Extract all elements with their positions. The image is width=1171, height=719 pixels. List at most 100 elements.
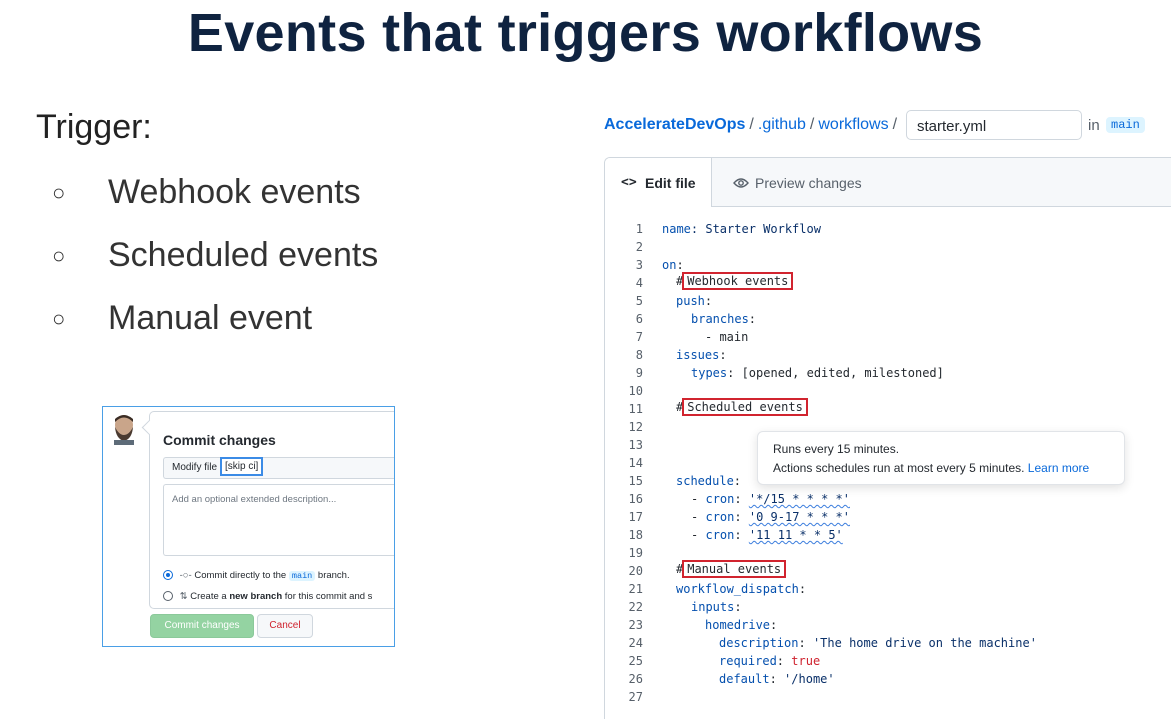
code-line: homedrive: (705, 618, 778, 632)
line-number: 22 (628, 600, 643, 614)
line-number: 27 (628, 690, 643, 704)
line-number: 11 (628, 402, 643, 416)
tab-preview-label: Preview changes (755, 175, 862, 191)
editor-tabbar: <> Edit file Preview changes (605, 158, 1171, 207)
code-line: default: '/home' (719, 672, 835, 686)
bullet-icon: ○ (52, 180, 66, 205)
bullet-scheduled-events: Scheduled events (108, 236, 379, 274)
tooltip-line2: Actions schedules run at most every 5 mi… (773, 461, 1090, 475)
code-line: - cron: '*/15 * * * *' (691, 492, 850, 506)
option-new-branch[interactable]: ⇅ Create a new branch for this commit an… (163, 591, 372, 602)
radio-selected-icon[interactable] (163, 570, 173, 581)
code-line: branches: (691, 312, 757, 326)
description-placeholder: Add an optional extended description... (172, 494, 337, 505)
code-line: types: [opened, edited, milestoned] (691, 366, 944, 380)
tab-preview-changes[interactable]: Preview changes (733, 175, 862, 191)
code-line: description: 'The home drive on the mach… (719, 636, 1037, 650)
slide-title: Events that triggers workflows (187, 3, 984, 63)
line-number: 4 (635, 276, 643, 290)
breadcrumb-separator: / (749, 116, 754, 133)
code-line: push: (676, 294, 713, 308)
commit-summary-text: Modify file (172, 462, 218, 473)
line-number: 24 (628, 636, 643, 650)
bullet-icon: ○ (52, 243, 66, 268)
breadcrumb: AccelerateDevOps / .github / workflows / (604, 116, 901, 134)
scheduled-events-highlight: Scheduled events (682, 398, 808, 416)
line-number: 5 (635, 294, 643, 308)
code-line: - main (705, 330, 749, 344)
pull-request-icon: ⇅ (179, 591, 188, 602)
manual-events-highlight: Manual events (682, 560, 787, 578)
line-number: 15 (628, 474, 643, 488)
tab-edit-file[interactable]: <> Edit file (605, 158, 712, 207)
breadcrumb-separator: / (892, 116, 898, 133)
line-number: 26 (628, 672, 643, 686)
commit-changes-button[interactable]: Commit changes (150, 614, 254, 638)
line-number: 10 (628, 384, 643, 398)
code-line: required: true (719, 654, 821, 668)
code-line-manual-comment: # Manual events (676, 560, 787, 578)
line-number: 21 (628, 582, 643, 596)
option-commit-direct[interactable]: -○- Commit directly to the main branch. (163, 570, 350, 581)
code-editor: <> Edit file Preview changes 1 2 3 4 5 6… (604, 157, 1171, 719)
bullet-manual-event: Manual event (108, 299, 313, 337)
filename-input[interactable]: starter.yml (906, 110, 1082, 140)
line-number: 3 (635, 258, 643, 272)
breadcrumb-repo-link[interactable]: AccelerateDevOps (604, 116, 745, 133)
in-label: in (1088, 117, 1100, 134)
option-direct-suffix: branch. (317, 570, 350, 581)
bullet-icon: ○ (52, 306, 66, 331)
code-line: inputs: (691, 600, 742, 614)
git-commit-icon: -○- (179, 570, 192, 581)
commit-form: Commit changes Modify file [skip ci] Add… (149, 411, 394, 609)
line-number: 19 (628, 546, 643, 560)
option-new-suffix: for this commit and s (284, 591, 373, 602)
code-line: - cron: '11 11 * * 5' (691, 528, 843, 542)
line-number: 20 (628, 564, 643, 578)
eye-icon (733, 178, 749, 188)
option-direct-branch: main (288, 571, 316, 581)
breadcrumb-workflows-link[interactable]: workflows (818, 116, 888, 133)
branch-badge: main (1106, 117, 1145, 133)
avatar (114, 415, 134, 445)
commit-changes-panel: Commit changes Modify file [skip ci] Add… (102, 406, 395, 647)
line-number: 25 (628, 654, 643, 668)
code-line: workflow_dispatch: (676, 582, 807, 596)
option-new-bold: new branch (229, 591, 283, 602)
breadcrumb-separator: / (809, 116, 815, 133)
webhook-events-highlight: Webhook events (682, 272, 794, 290)
radio-unselected-icon[interactable] (163, 591, 173, 602)
tooltip-line1: Runs every 15 minutes. (773, 442, 900, 456)
skip-ci-highlight: [skip ci] (220, 457, 264, 476)
line-number: 14 (628, 456, 643, 470)
trigger-label: Trigger: (36, 108, 152, 146)
cancel-button[interactable]: Cancel (257, 614, 313, 638)
tab-edit-label: Edit file (645, 175, 696, 191)
line-number: 16 (628, 492, 643, 506)
code-line: schedule: (676, 474, 742, 488)
code-line: issues: (676, 348, 727, 362)
option-direct-prefix: Commit directly to the (194, 570, 287, 581)
code-line: on: (662, 258, 684, 272)
commit-description-textarea[interactable]: Add an optional extended description... (163, 484, 394, 556)
line-number: 8 (635, 348, 643, 362)
cron-tooltip: Runs every 15 minutes. Actions schedules… (757, 431, 1125, 485)
code-line: name: Starter Workflow (662, 222, 821, 236)
commit-title: Commit changes (163, 432, 276, 448)
option-new-prefix: Create a (190, 591, 227, 602)
bullet-webhook-events: Webhook events (108, 173, 361, 211)
line-number: 6 (635, 312, 643, 326)
line-number: 12 (628, 420, 643, 434)
code-line-webhook-comment: # Webhook events (676, 272, 794, 290)
breadcrumb-github-link[interactable]: .github (758, 116, 806, 133)
line-number: 9 (635, 366, 643, 380)
line-number: 18 (628, 528, 643, 542)
code-line-scheduled-comment: # Scheduled events (676, 398, 808, 416)
commit-summary-input[interactable]: Modify file [skip ci] (163, 457, 394, 479)
learn-more-link[interactable]: Learn more (1028, 461, 1089, 475)
line-number: 17 (628, 510, 643, 524)
line-number: 23 (628, 618, 643, 632)
code-icon: <> (621, 175, 637, 190)
line-number: 1 (635, 222, 643, 236)
code-line: - cron: '0 9-17 * * *' (691, 510, 850, 524)
